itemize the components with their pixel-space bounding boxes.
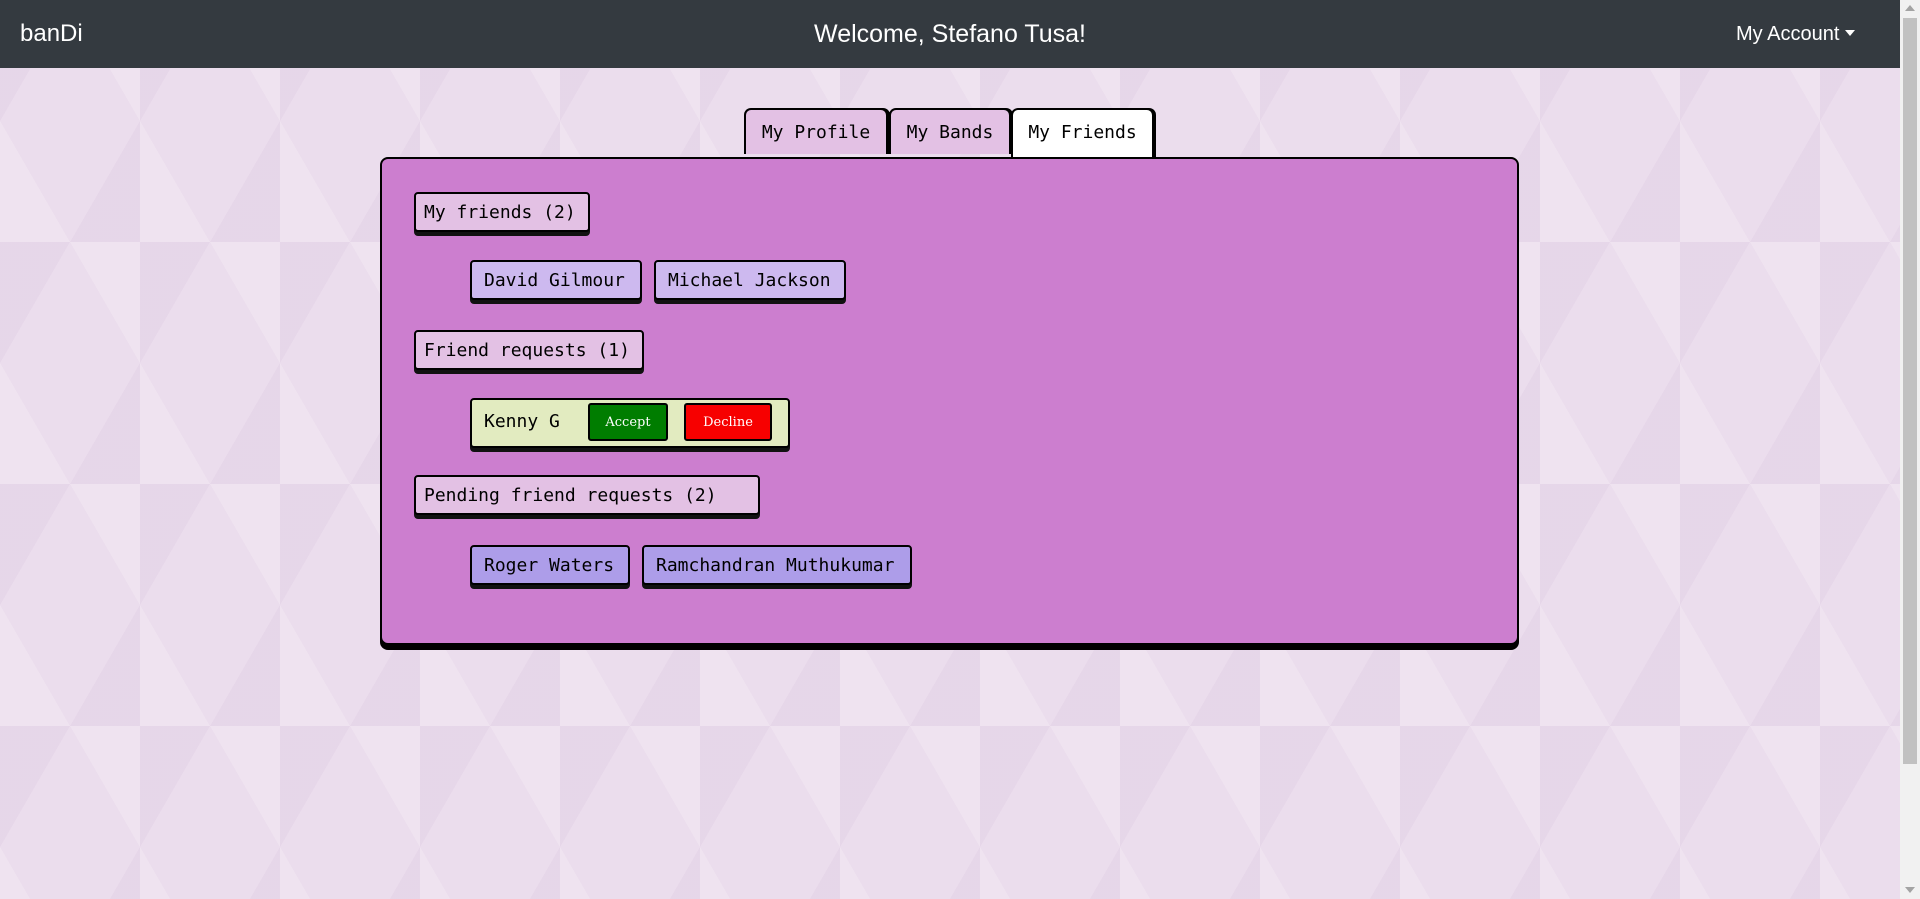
decline-button[interactable]: Decline xyxy=(684,403,772,441)
tab-my-bands[interactable]: My Bands xyxy=(889,108,1011,154)
page-scrollbar[interactable] xyxy=(1900,0,1920,899)
scroll-up-arrow-icon[interactable] xyxy=(1905,5,1915,11)
friend-requests-heading: Friend requests (1) xyxy=(414,330,644,370)
tab-my-profile[interactable]: My Profile xyxy=(744,108,888,154)
tab-my-friends[interactable]: My Friends xyxy=(1011,108,1154,158)
my-friends-heading: My friends (2) xyxy=(414,192,590,232)
accept-button[interactable]: Accept xyxy=(588,403,668,441)
scrollbar-thumb[interactable] xyxy=(1903,18,1917,764)
friend-request-card: Kenny G Accept Decline xyxy=(470,398,790,448)
my-account-dropdown[interactable]: My Account xyxy=(1736,23,1856,46)
pending-chip-ramchandran-muthukumar[interactable]: Ramchandran Muthukumar xyxy=(642,545,912,585)
top-navbar: banDi Welcome, Stefano Tusa! My Account xyxy=(0,0,1900,68)
scroll-down-arrow-icon[interactable] xyxy=(1905,887,1915,893)
welcome-message: Welcome, Stefano Tusa! xyxy=(814,20,1086,48)
pending-chip-roger-waters[interactable]: Roger Waters xyxy=(470,545,630,585)
my-account-label: My Account xyxy=(1736,23,1840,45)
friend-chip-david-gilmour[interactable]: David Gilmour xyxy=(470,260,642,300)
pending-requests-heading: Pending friend requests (2) xyxy=(414,475,760,515)
caret-down-icon xyxy=(1845,30,1856,36)
request-sender-name: Kenny G xyxy=(484,411,560,432)
friend-chip-michael-jackson[interactable]: Michael Jackson xyxy=(654,260,846,300)
friends-panel: My friends (2) David Gilmour Michael Jac… xyxy=(380,157,1519,645)
